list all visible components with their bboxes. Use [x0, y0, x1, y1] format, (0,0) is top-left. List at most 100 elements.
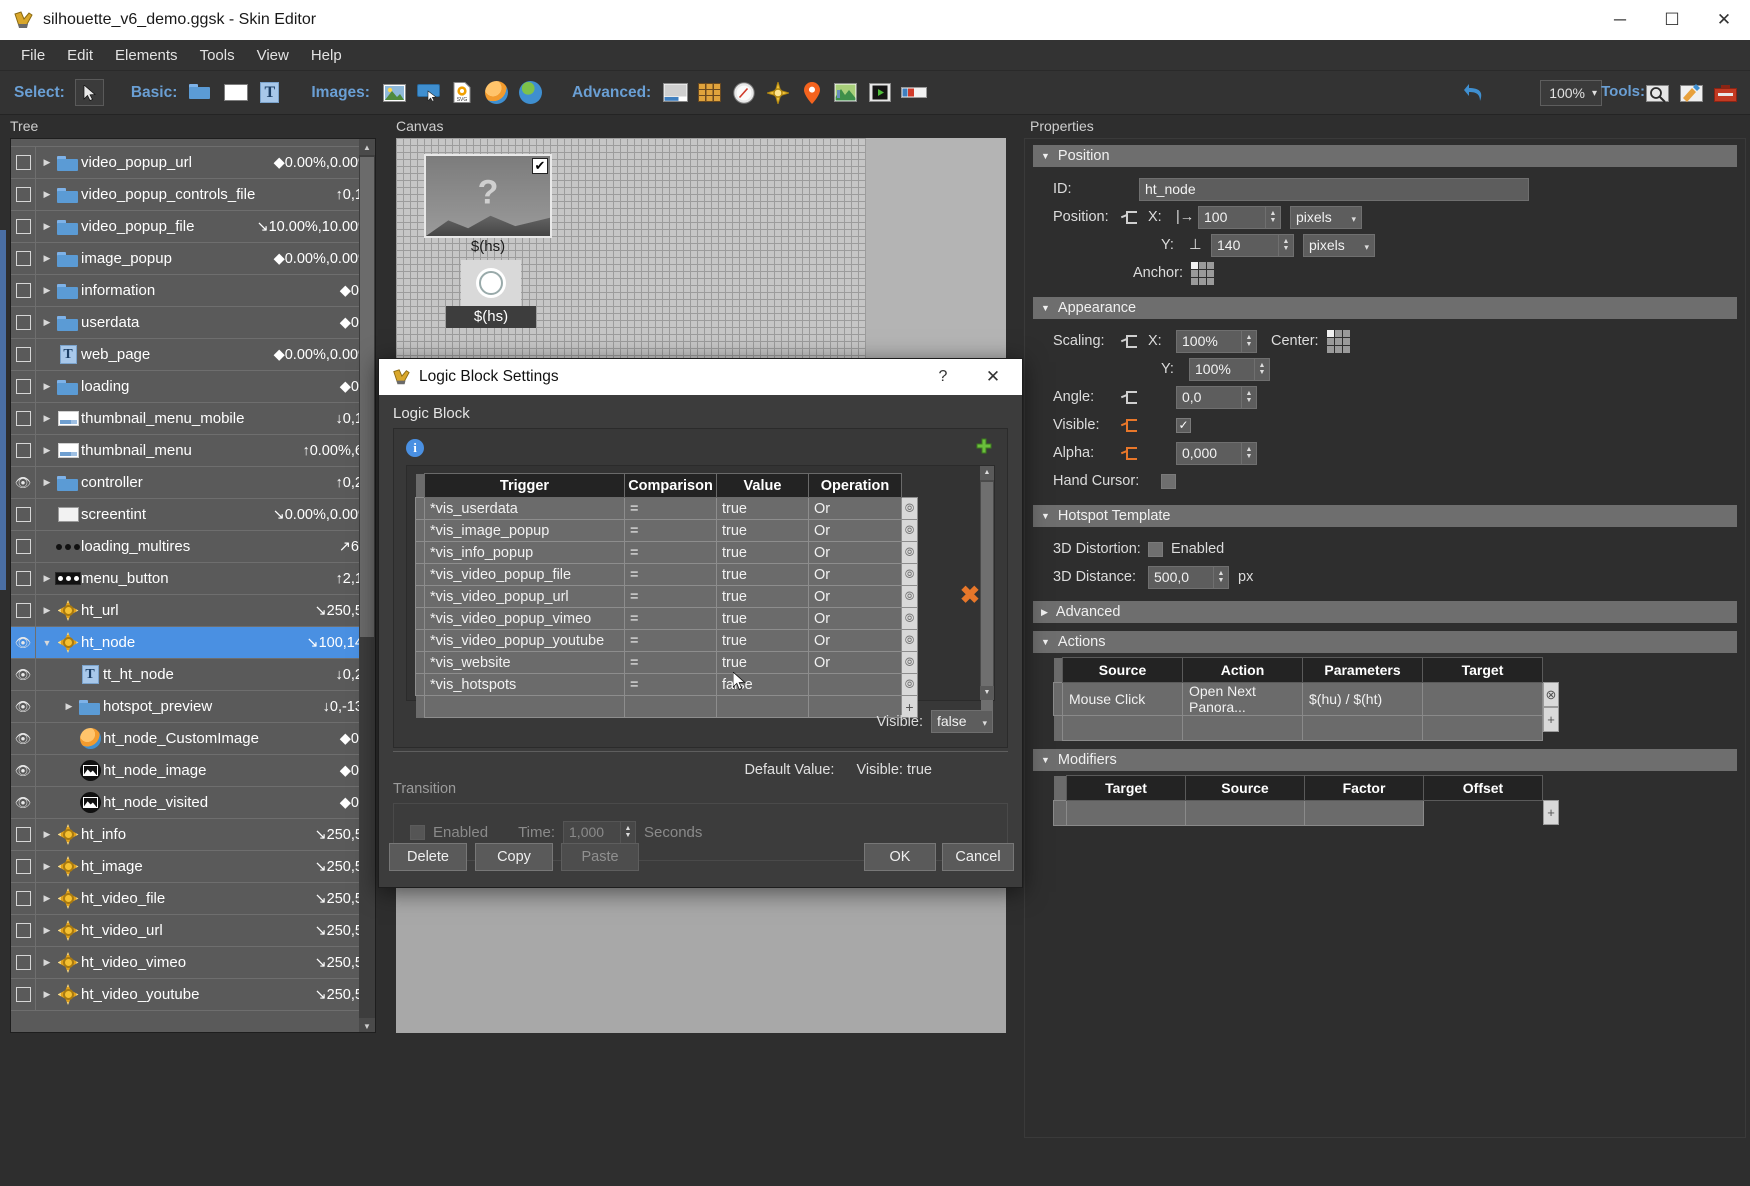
compass-icon[interactable]: [729, 79, 758, 106]
hotspot-preview-thumbnail[interactable]: ? ✔: [424, 154, 552, 238]
tree-item-video_popup_controls_file[interactable]: ▶ video_popup_controls_file ↑0,10: [11, 178, 375, 211]
row-drag-handle[interactable]: [415, 607, 425, 630]
logic-block-table[interactable]: Trigger Comparison Value Operation *vis_use…: [415, 473, 918, 718]
logic-cell-comparison[interactable]: =: [624, 651, 717, 674]
tree-item-visibility[interactable]: [11, 147, 35, 179]
tree-item-ht_video_youtube[interactable]: ▶ ht_video_youtube ↘250,50: [11, 978, 375, 1011]
logic-scroll-down-icon[interactable]: ▼: [980, 686, 994, 700]
tree-item-ht_node_image[interactable]: 👁 ht_node_image ◆0,0: [11, 754, 375, 787]
world-icon[interactable]: [516, 79, 545, 106]
logic-row-remove-icon[interactable]: ⦾: [901, 519, 918, 542]
delete-button[interactable]: Delete: [389, 843, 467, 871]
logic-cell-trigger[interactable]: *vis_video_popup_file: [424, 563, 625, 586]
tree-expand-arrow-icon[interactable]: ▼: [39, 638, 55, 648]
visibility-eye-icon[interactable]: 👁: [15, 667, 32, 683]
row-drag-handle[interactable]: [1053, 682, 1063, 716]
tree-item-controller[interactable]: 👁 ▶ controller ↑0,23: [11, 466, 375, 499]
table-row[interactable]: Mouse Click Open Next Panora... $(hu) / $(…: [1053, 682, 1543, 716]
logic-cell-comparison[interactable]: =: [624, 519, 717, 542]
tree-item-video_popup_url[interactable]: ▶ video_popup_url ◆0.00%,0.00%: [11, 146, 375, 179]
visibility-eye-icon[interactable]: 👁: [15, 763, 32, 779]
visibility-eye-icon[interactable]: 👁: [15, 635, 32, 651]
position-y-unit-select[interactable]: pixels: [1303, 233, 1375, 258]
tree-vertical-scrollbar[interactable]: ▲ ▼: [359, 139, 375, 1032]
tree-item-visibility[interactable]: 👁: [11, 691, 35, 723]
tree-expand-arrow-icon[interactable]: ▶: [61, 701, 77, 712]
logic-cell-trigger[interactable]: *vis_info_popup: [424, 541, 625, 564]
visibility-eye-icon[interactable]: 👁: [15, 731, 32, 747]
progressbar-icon[interactable]: [899, 79, 928, 106]
logic-cell-comparison[interactable]: =: [624, 607, 717, 630]
logic-cell-value[interactable]: true: [716, 563, 809, 586]
logic-cell-value[interactable]: true: [716, 585, 809, 608]
tree-item-userdata[interactable]: ▶ userdata ◆0,0: [11, 306, 375, 339]
logic-table-row[interactable]: *vis_video_popup_vimeo = true Or ⦾: [415, 607, 918, 630]
tree-item-visibility[interactable]: [11, 275, 35, 307]
logic-cell-value[interactable]: false: [716, 673, 809, 696]
row-drag-handle[interactable]: [415, 497, 425, 520]
visibility-checkbox[interactable]: [15, 379, 31, 394]
logic-cell-comparison[interactable]: =: [624, 673, 717, 696]
logic-table-row[interactable]: *vis_info_popup = true Or ⦾: [415, 541, 918, 564]
tree-item-visibility[interactable]: [11, 211, 35, 243]
zoom-level-select[interactable]: 100%: [1540, 80, 1602, 106]
tree-item-ht_node_CustomImage[interactable]: 👁 ht_node_CustomImage ◆0,0: [11, 722, 375, 755]
logic-cell-operation[interactable]: Or: [808, 585, 902, 608]
center-picker[interactable]: [1326, 329, 1350, 353]
tree-item-web_page[interactable]: Tweb_page ◆0.00%,0.00%: [11, 338, 375, 371]
distance-input[interactable]: 500,0: [1148, 565, 1214, 589]
logic-cell-comparison[interactable]: =: [624, 497, 717, 520]
dialog-help-button[interactable]: ?: [926, 359, 960, 395]
tree-expand-arrow-icon[interactable]: ▶: [39, 221, 55, 232]
visibility-checkbox[interactable]: [15, 827, 31, 842]
map-globe-icon[interactable]: [482, 79, 511, 106]
transition-time-input[interactable]: 1,000: [563, 820, 622, 844]
scaling-y-stepper[interactable]: 100% ▲ ▼: [1189, 357, 1270, 381]
logic-cell-trigger[interactable]: *vis_website: [424, 651, 625, 674]
ok-button[interactable]: OK: [864, 843, 936, 871]
tree-item-visibility[interactable]: [11, 179, 35, 211]
tree-expand-arrow-icon[interactable]: ▶: [39, 989, 55, 1000]
angle-spin-buttons[interactable]: ▲ ▼: [1242, 385, 1257, 409]
tree-expand-arrow-icon[interactable]: ▶: [39, 189, 55, 200]
menu-item-view[interactable]: View: [246, 43, 300, 68]
logic-cell-comparison[interactable]: =: [624, 541, 717, 564]
position-y-spin-buttons[interactable]: ▲ ▼: [1279, 233, 1294, 257]
add-logic-block-icon[interactable]: [975, 438, 993, 456]
logic-table-row[interactable]: *vis_video_popup_youtube = true Or ⦾: [415, 629, 918, 652]
paint-icon[interactable]: [1677, 80, 1706, 107]
tree-item-visibility[interactable]: [11, 563, 35, 595]
logic-cell-value[interactable]: true: [716, 629, 809, 652]
visibility-checkbox[interactable]: [15, 603, 31, 618]
visibility-checkbox[interactable]: [15, 987, 31, 1002]
actions-cell-target[interactable]: [1422, 682, 1543, 716]
container-folder-icon[interactable]: [187, 79, 216, 106]
tree-item-visibility[interactable]: [11, 595, 35, 627]
logic-cell-operation[interactable]: Or: [808, 541, 902, 564]
tree-item-visibility[interactable]: [11, 979, 35, 1011]
visibility-checkbox[interactable]: [15, 891, 31, 906]
svg-icon[interactable]: SVG: [448, 79, 477, 106]
visibility-checkbox[interactable]: [15, 187, 31, 202]
tree-item-loading[interactable]: ▶ loading ◆0,0: [11, 370, 375, 403]
tree-item-visibility[interactable]: 👁: [11, 787, 35, 819]
scaling-x-input[interactable]: 100%: [1176, 329, 1242, 353]
scaling-y-spin-buttons[interactable]: ▲ ▼: [1255, 357, 1270, 381]
tree-item-visibility[interactable]: [11, 243, 35, 275]
tree-expand-arrow-icon[interactable]: ▶: [39, 413, 55, 424]
tree-item-visibility[interactable]: [11, 851, 35, 883]
actions-cell-source[interactable]: Mouse Click: [1062, 682, 1183, 716]
tree-item-video_popup_file[interactable]: ▶ video_popup_file ↘10.00%,10.00%: [11, 210, 375, 243]
logic-cell-value[interactable]: true: [716, 541, 809, 564]
logic-table-row[interactable]: *vis_video_popup_url = true Or ⦾: [415, 585, 918, 608]
section-hotspot-template[interactable]: ▼ Hotspot Template: [1033, 505, 1737, 527]
delete-logic-block-icon[interactable]: ✖: [960, 581, 980, 610]
tree-expand-arrow-icon[interactable]: ▶: [39, 477, 55, 488]
visible-logicblock-icon[interactable]: [1121, 419, 1137, 432]
section-position[interactable]: ▼ Position: [1033, 145, 1737, 167]
scaling-x-spin-buttons[interactable]: ▲ ▼: [1242, 329, 1257, 353]
alpha-spin-buttons[interactable]: ▲ ▼: [1242, 441, 1257, 465]
tree-item-ht_video_file[interactable]: ▶ ht_video_file ↘250,50: [11, 882, 375, 915]
angle-link-icon[interactable]: [1121, 391, 1137, 404]
modifiers-table[interactable]: Target Source Factor Offset: [1053, 775, 1543, 826]
